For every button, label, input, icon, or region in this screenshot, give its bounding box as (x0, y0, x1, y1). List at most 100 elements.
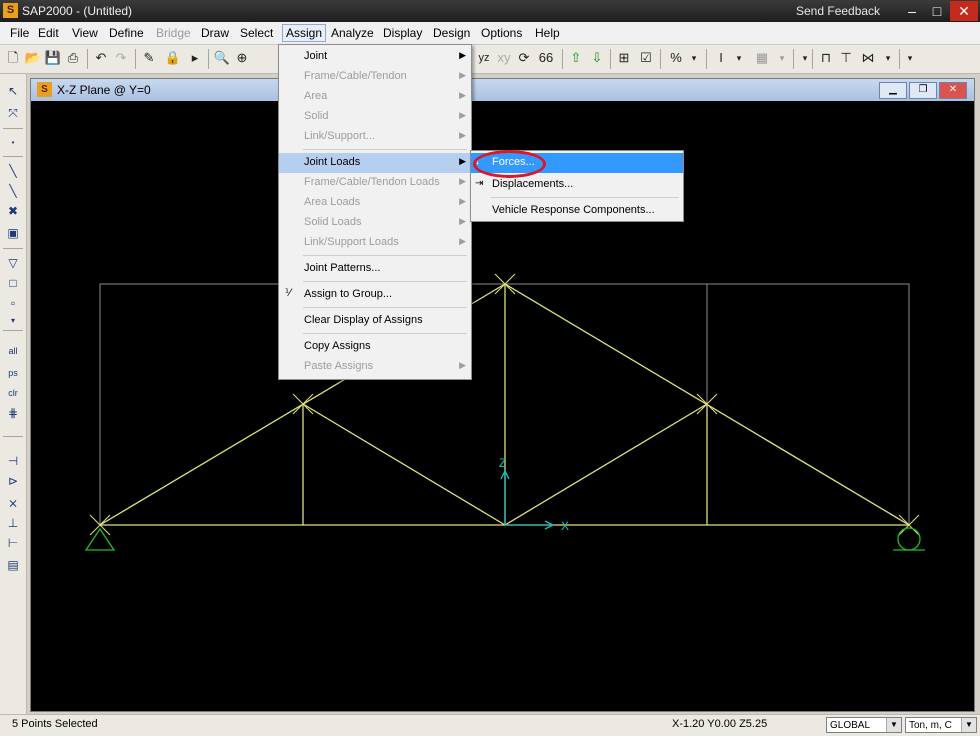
select-all-icon[interactable]: all (4, 342, 22, 360)
assign-area-item[interactable]: Area ▶ (279, 87, 471, 107)
menu-assign[interactable]: Assign (281, 24, 327, 42)
joint-displacements-item[interactable]: ⇥ Displacements... (471, 175, 683, 195)
diagonal-right (504, 403, 708, 526)
truss-shape-icon[interactable]: ⋈ (859, 49, 877, 67)
view-minimize-button[interactable]: ▁ (879, 82, 907, 99)
menu-file[interactable]: File (10, 26, 29, 40)
assign-joint-item[interactable]: Joint ▶ (279, 47, 471, 67)
send-feedback-link[interactable]: Send Feedback (796, 4, 880, 18)
pencil-icon[interactable]: ✎ (140, 49, 158, 67)
menu-select[interactable]: Select (240, 26, 273, 40)
view-window-icon: S (37, 82, 52, 97)
percent-button[interactable]: % (667, 49, 685, 67)
snap-lines-icon[interactable]: ⊢ (4, 534, 22, 552)
run-icon[interactable]: ▸ (186, 49, 204, 67)
snap-intersections-icon[interactable]: ⨯ (4, 494, 22, 512)
frame-shape-icon[interactable]: ⊓ (817, 49, 835, 67)
assign-solid-loads-item[interactable]: Solid Loads ▶ (279, 213, 471, 233)
minimize-button[interactable]: – (900, 1, 924, 21)
frame-shape-2-icon[interactable]: ⊤ (837, 49, 855, 67)
assign-joint-patterns-item[interactable]: Joint Patterns... (279, 259, 471, 279)
open-file-icon[interactable]: 📂 (24, 49, 42, 67)
zoom-window-icon[interactable]: 🔍 (213, 49, 231, 67)
submenu-arrow-icon: ▶ (459, 130, 466, 140)
snap-perpendicular-icon[interactable]: ⊥ (4, 514, 22, 532)
chevron-down-icon[interactable]: ▾ (901, 49, 919, 67)
assign-to-group-item[interactable]: ⅟ Assign to Group... (279, 285, 471, 305)
pointer-icon[interactable]: ↖ (4, 82, 22, 100)
move-down-icon[interactable]: ⇩ (588, 49, 606, 67)
vehicle-response-components-item[interactable]: Vehicle Response Components... (471, 201, 683, 221)
draw-rect-area-icon[interactable]: □ (4, 274, 22, 292)
section-cut-icon[interactable]: ▣ (4, 224, 22, 242)
menu-options[interactable]: Options (481, 26, 522, 40)
draw-frame-icon[interactable]: ╲ (4, 162, 22, 180)
zoom-in-icon[interactable]: ⊕ (233, 49, 251, 67)
undo-icon[interactable]: ↶ (92, 49, 110, 67)
quick-area-icon[interactable]: ▫ (4, 294, 22, 312)
menu-draw[interactable]: Draw (201, 26, 229, 40)
check-icon[interactable]: ☑ (637, 49, 655, 67)
redo-icon[interactable]: ↷ (112, 49, 130, 67)
menu-bridge[interactable]: Bridge (156, 26, 191, 40)
lock-icon[interactable]: 🔒 (164, 49, 182, 67)
section-icon[interactable]: I (712, 49, 730, 67)
save-icon[interactable]: 💾 (44, 49, 62, 67)
chevron-down-icon[interactable]: ▾ (773, 49, 791, 67)
coordinate-system-select[interactable]: GLOBAL ▼ (826, 717, 902, 733)
status-bar: 5 Points Selected X-1.20 Y0.00 Z5.25 GLO… (0, 714, 980, 736)
menu-help[interactable]: Help (535, 26, 560, 40)
brace-icon[interactable]: ✖ (4, 202, 22, 220)
assign-joint-loads-item[interactable]: Joint Loads ▶ (279, 153, 471, 173)
draw-poly-area-icon[interactable]: ▽ (4, 254, 22, 272)
intersecting-line-icon[interactable]: ⋕ (4, 404, 22, 422)
assign-frame-loads-item[interactable]: Frame/Cable/Tendon Loads ▶ (279, 173, 471, 193)
draw-point-icon[interactable]: • (4, 134, 22, 152)
set-display-icon[interactable]: ⊞ (615, 49, 633, 67)
chevron-down-icon[interactable]: ▾ (879, 49, 897, 67)
menu-analyze[interactable]: Analyze (331, 26, 374, 40)
menu-view[interactable]: View (72, 26, 98, 40)
close-button[interactable]: ✕ (950, 1, 978, 21)
chevron-down-icon: ▼ (961, 718, 976, 732)
view-close-button[interactable]: ✕ (939, 82, 967, 99)
clear-selection-icon[interactable]: clr (4, 384, 22, 402)
move-up-icon[interactable]: ⇧ (567, 49, 585, 67)
snap-fine-grid-icon[interactable]: ▤ (4, 556, 22, 574)
area-section-icon[interactable]: ▦ (753, 49, 771, 67)
snap-joints-icon[interactable]: ⊣ (4, 452, 22, 470)
print-icon[interactable]: ⎙ (64, 49, 82, 67)
assign-frame-item[interactable]: Frame/Cable/Tendon ▶ (279, 67, 471, 87)
snap-ends-icon[interactable]: ⊳ (4, 472, 22, 490)
chevron-down-icon[interactable]: ▾ (685, 49, 703, 67)
chevron-down-icon[interactable]: ▾ (730, 49, 748, 67)
paste-assigns-item[interactable]: Paste Assigns ▶ (279, 357, 471, 377)
perspective-icon[interactable]: 66 (537, 49, 555, 67)
yz-view-button[interactable]: yz (475, 49, 493, 67)
menu-edit[interactable]: Edit (38, 26, 59, 40)
units-select[interactable]: Ton, m, C ▼ (905, 717, 977, 733)
view-restore-button[interactable]: ❐ (909, 82, 937, 99)
rotate-3d-icon[interactable]: ⟳ (515, 49, 533, 67)
submenu-arrow-icon: ▶ (459, 70, 466, 80)
assign-link-support-item[interactable]: Link/Support... ▶ (279, 127, 471, 147)
menu-define[interactable]: Define (109, 26, 144, 40)
selection-status: 5 Points Selected (12, 718, 98, 730)
previous-selection-icon[interactable]: ps (4, 364, 22, 382)
assign-link-support-loads-item[interactable]: Link/Support Loads ▶ (279, 233, 471, 253)
new-file-icon[interactable]: 🗋 (4, 49, 22, 67)
menu-display[interactable]: Display (383, 26, 422, 40)
clear-display-of-assigns-item[interactable]: Clear Display of Assigns (279, 311, 471, 331)
assign-area-loads-item[interactable]: Area Loads ▶ (279, 193, 471, 213)
quick-frame-icon[interactable]: ╲ (4, 182, 22, 200)
copy-assigns-item[interactable]: Copy Assigns (279, 337, 471, 357)
assign-solid-item[interactable]: Solid ▶ (279, 107, 471, 127)
reshape-icon[interactable]: ⤧ (4, 104, 22, 122)
xy-view-icon[interactable]: xy (495, 49, 513, 67)
menu-design[interactable]: Design (433, 26, 470, 40)
cursor-coordinates: X-1.20 Y0.00 Z5.25 (672, 718, 768, 730)
submenu-arrow-icon: ▶ (459, 196, 466, 206)
chevron-down-icon[interactable]: ▾ (4, 312, 22, 330)
maximize-button[interactable]: □ (925, 1, 949, 21)
submenu-arrow-icon: ▶ (459, 176, 466, 186)
